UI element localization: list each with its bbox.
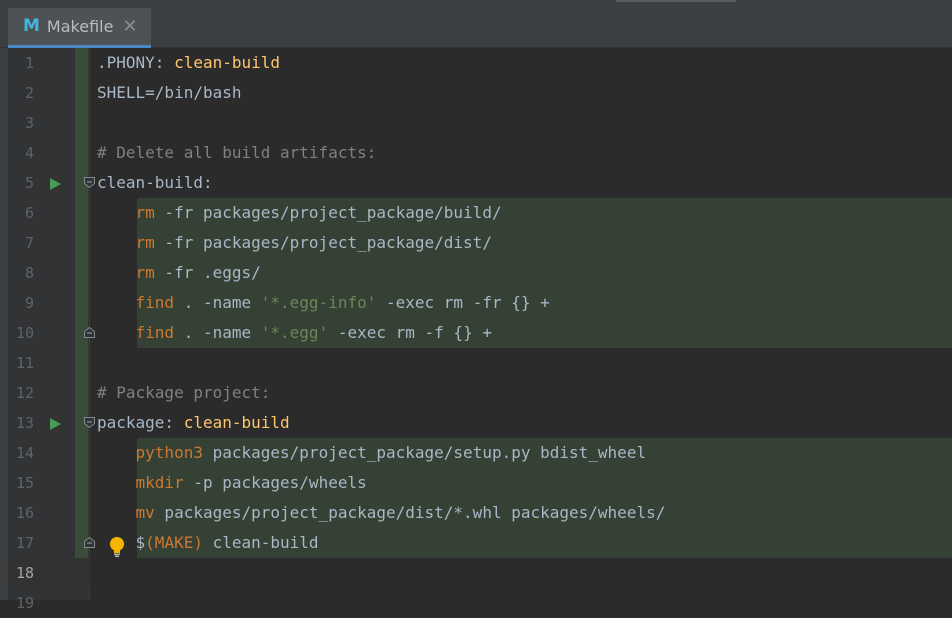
code-token: rm xyxy=(135,203,155,222)
code-line[interactable]: SHELL=/bin/bash xyxy=(97,78,242,108)
line-number[interactable]: 6 xyxy=(8,198,34,228)
vcs-change-marker[interactable] xyxy=(75,48,88,588)
code-editor[interactable]: .PHONY: clean-build SHELL=/bin/bash # Dele… xyxy=(8,48,952,612)
code-line[interactable]: $(MAKE) clean-build xyxy=(97,528,319,558)
code-token: rm xyxy=(135,263,155,282)
code-line[interactable]: find . -name '*.egg' -exec rm -f {} + xyxy=(97,318,492,348)
code-line[interactable]: find . -name '*.egg-info' -exec rm -fr {… xyxy=(97,288,550,318)
code-token: SHELL=/bin/bash xyxy=(97,83,242,102)
line-number[interactable]: 2 xyxy=(8,78,34,108)
code-token: -exec rm -f {} + xyxy=(328,323,492,342)
code-token: $ xyxy=(135,533,146,552)
code-token: rm xyxy=(135,233,155,252)
code-token: packages/project_package/dist/*.whl pack… xyxy=(154,503,666,522)
code-token: -p packages/wheels xyxy=(183,473,367,492)
toolbar-widget-edge xyxy=(616,0,736,2)
fold-marker-icon[interactable] xyxy=(84,417,95,428)
line-number[interactable]: 14 xyxy=(8,438,34,468)
line-number[interactable]: 9 xyxy=(8,288,34,318)
code-token: mkdir xyxy=(135,473,184,492)
code-line[interactable]: # Delete all build artifacts: xyxy=(97,138,376,168)
run-target-icon[interactable] xyxy=(50,418,61,430)
code-token: '*.egg' xyxy=(260,323,329,342)
code-line[interactable]: rm -fr packages/project_package/dist/ xyxy=(97,228,492,258)
window-top-strip xyxy=(0,0,952,8)
code-line[interactable]: clean-build: xyxy=(97,168,213,198)
code-token: clean-build: xyxy=(97,173,213,192)
line-number[interactable]: 16 xyxy=(8,498,34,528)
line-number[interactable]: 8 xyxy=(8,258,34,288)
code-token: . -name xyxy=(174,293,261,312)
line-number[interactable]: 10 xyxy=(8,318,34,348)
code-token: clean-build xyxy=(183,413,290,432)
code-area[interactable]: .PHONY: clean-build SHELL=/bin/bash # Dele… xyxy=(90,48,952,600)
code-token: clean-build xyxy=(174,53,281,72)
line-number[interactable]: 1 xyxy=(8,48,34,78)
code-token: package: xyxy=(97,413,184,432)
code-line[interactable]: rm -fr .eggs/ xyxy=(97,258,261,288)
code-token: -fr packages/project_package/dist/ xyxy=(154,233,492,252)
line-number[interactable]: 17 xyxy=(8,528,34,558)
fold-marker-icon[interactable] xyxy=(84,177,95,188)
code-token: (MAKE) xyxy=(145,533,203,552)
code-token: # Delete all build artifacts: xyxy=(97,143,377,162)
close-icon[interactable]: ✕ xyxy=(122,16,137,37)
line-number[interactable]: 11 xyxy=(8,348,34,378)
code-line[interactable]: package: clean-build xyxy=(97,408,290,438)
line-number[interactable]: 13 xyxy=(8,408,34,438)
left-tool-strip xyxy=(0,48,8,600)
code-token: mv xyxy=(135,503,155,522)
code-line[interactable]: python3 packages/project_package/setup.p… xyxy=(97,438,647,468)
tab-makefile[interactable]: M Makefile ✕ xyxy=(8,8,151,48)
fold-marker-icon[interactable] xyxy=(84,537,95,548)
code-line[interactable]: mkdir -p packages/wheels xyxy=(97,468,367,498)
code-token: packages/project_package/setup.py bdist_… xyxy=(202,443,647,462)
code-token: .PHONY: xyxy=(97,53,175,72)
fold-marker-icon[interactable] xyxy=(84,327,95,338)
run-target-icon[interactable] xyxy=(50,178,61,190)
code-line[interactable]: .PHONY: clean-build xyxy=(97,48,280,78)
code-token: . -name xyxy=(174,323,261,342)
line-number[interactable]: 3 xyxy=(8,108,34,138)
line-number[interactable]: 12 xyxy=(8,378,34,408)
line-number[interactable]: 18 xyxy=(8,558,34,588)
editor-tab-bar: M Makefile ✕ xyxy=(0,8,952,48)
tab-label: Makefile xyxy=(46,17,114,36)
code-line[interactable]: rm -fr packages/project_package/build/ xyxy=(97,198,502,228)
code-token: -fr .eggs/ xyxy=(154,263,261,282)
code-token: python3 xyxy=(135,443,203,462)
code-token: find xyxy=(135,293,175,312)
code-token: '*.egg-info' xyxy=(260,293,377,312)
code-line[interactable]: mv packages/project_package/dist/*.whl p… xyxy=(97,498,666,528)
code-token: # Package project: xyxy=(97,383,271,402)
line-number[interactable]: 19 xyxy=(8,588,34,618)
line-number[interactable]: 4 xyxy=(8,138,34,168)
code-token: find xyxy=(135,323,175,342)
makefile-icon: M xyxy=(23,16,40,36)
line-number[interactable]: 15 xyxy=(8,468,34,498)
code-token: -fr packages/project_package/build/ xyxy=(154,203,502,222)
lightbulb-icon[interactable] xyxy=(108,536,126,558)
line-number[interactable]: 5 xyxy=(8,168,34,198)
line-number[interactable]: 7 xyxy=(8,228,34,258)
code-line[interactable]: # Package project: xyxy=(97,378,270,408)
code-token: clean-build xyxy=(202,533,319,552)
code-token: -exec rm -fr {} + xyxy=(376,293,550,312)
